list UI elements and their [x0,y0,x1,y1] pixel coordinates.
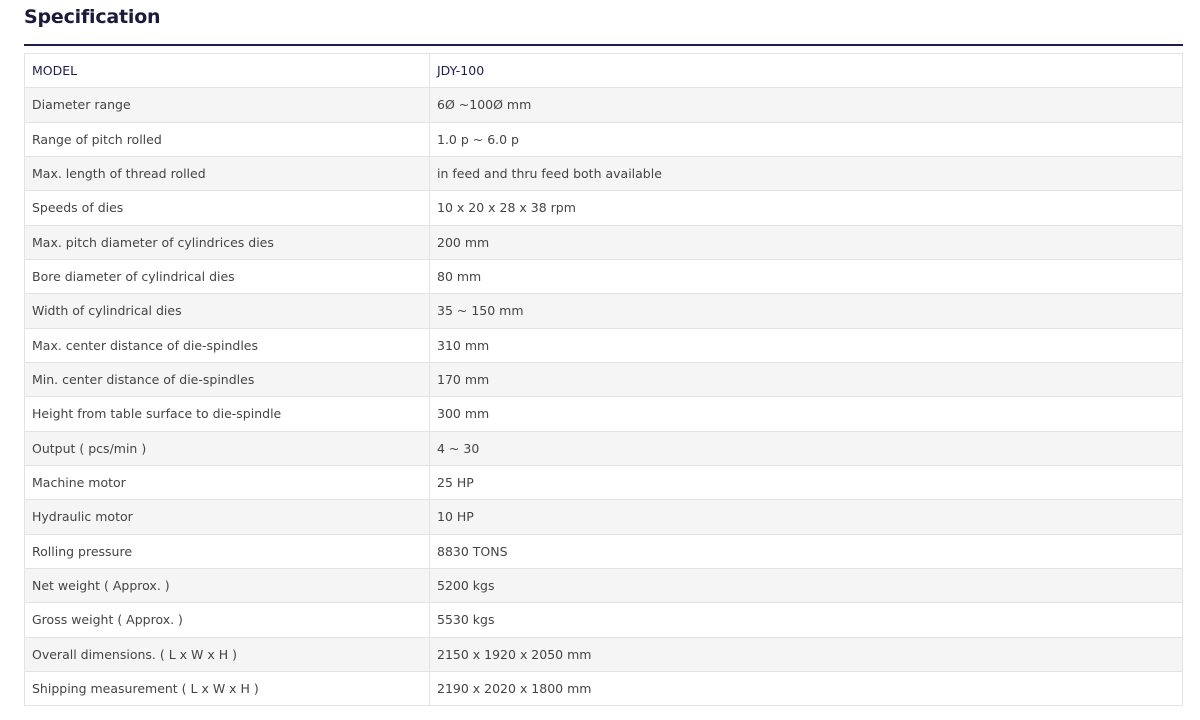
spec-label: Width of cylindrical dies [24,293,430,329]
spec-label: Net weight ( Approx. ) [24,567,430,604]
table-row: Rolling pressure 8830 TONS [24,533,1183,569]
title-divider [24,44,1183,46]
spec-label: Max. pitch diameter of cylindrices dies [24,224,430,260]
spec-label: Hydraulic motor [24,499,430,535]
spec-label: Speeds of dies [24,190,430,226]
spec-label: Shipping measurement ( L x W x H ) [24,670,430,707]
table-row: Width of cylindrical dies 35 ~ 150 mm [24,293,1183,329]
table-row: Hydraulic motor 10 HP [24,499,1183,535]
table-row: Min. center distance of die-spindles 170… [24,361,1183,398]
section-title: Specification [24,6,161,28]
spec-label: Range of pitch rolled [24,121,430,157]
table-row: Overall dimensions. ( L x W x H ) 2150 x… [24,636,1183,672]
spec-value: 6Ø ~100Ø mm [429,87,1183,123]
spec-value: 10 x 20 x 28 x 38 rpm [429,190,1183,226]
table-row: Diameter range 6Ø ~100Ø mm [24,87,1183,123]
table-row: Max. center distance of die-spindles 310… [24,327,1183,363]
table-row: Machine motor 25 HP [24,464,1183,501]
spec-label: Diameter range [24,87,430,123]
spec-value: 5200 kgs [429,567,1183,604]
spec-value: 80 mm [429,258,1183,295]
spec-label: Min. center distance of die-spindles [24,361,430,398]
spec-label: Overall dimensions. ( L x W x H ) [24,636,430,672]
spec-label: Max. length of thread rolled [24,155,430,192]
table-row: Max. length of thread rolled in feed and… [24,155,1183,192]
spec-value: 300 mm [429,396,1183,432]
spec-value: in feed and thru feed both available [429,155,1183,192]
spec-value: 25 HP [429,464,1183,501]
table-row: Shipping measurement ( L x W x H ) 2190 … [24,670,1183,707]
table-row: Gross weight ( Approx. ) 5530 kgs [24,602,1183,638]
spec-label: Machine motor [24,464,430,501]
spec-value: 2150 x 1920 x 2050 mm [429,636,1183,672]
table-row: Speeds of dies 10 x 20 x 28 x 38 rpm [24,190,1183,226]
spec-label: Bore diameter of cylindrical dies [24,258,430,295]
spec-value: 35 ~ 150 mm [429,293,1183,329]
table-row: MODEL JDY-100 [24,52,1183,89]
spec-label: Height from table surface to die-spindle [24,396,430,432]
spec-value: 8830 TONS [429,533,1183,569]
spec-label: MODEL [24,52,430,89]
spec-label: Gross weight ( Approx. ) [24,602,430,638]
spec-value: 10 HP [429,499,1183,535]
specification-table: MODEL JDY-100 Diameter range 6Ø ~100Ø mm… [24,52,1183,707]
spec-label: Rolling pressure [24,533,430,569]
spec-value: 2190 x 2020 x 1800 mm [429,670,1183,707]
table-row: Range of pitch rolled 1.0 p ~ 6.0 p [24,121,1183,157]
spec-value: 170 mm [429,361,1183,398]
spec-label: Output ( pcs/min ) [24,430,430,466]
spec-value: 200 mm [429,224,1183,260]
spec-label: Max. center distance of die-spindles [24,327,430,363]
spec-value: 310 mm [429,327,1183,363]
spec-value: 1.0 p ~ 6.0 p [429,121,1183,157]
table-row: Bore diameter of cylindrical dies 80 mm [24,258,1183,295]
spec-value: 4 ~ 30 [429,430,1183,466]
table-row: Net weight ( Approx. ) 5200 kgs [24,567,1183,604]
spec-value: JDY-100 [429,52,1183,89]
table-row: Height from table surface to die-spindle… [24,396,1183,432]
spec-value: 5530 kgs [429,602,1183,638]
table-row: Output ( pcs/min ) 4 ~ 30 [24,430,1183,466]
table-row: Max. pitch diameter of cylindrices dies … [24,224,1183,260]
